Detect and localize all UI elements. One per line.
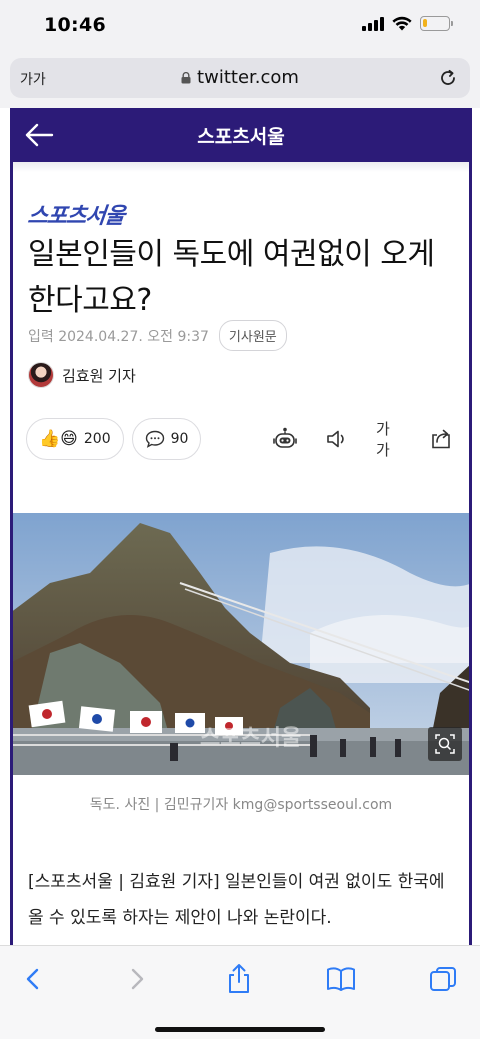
share-sheet-icon[interactable] <box>222 962 256 996</box>
tabs-icon[interactable] <box>426 962 460 996</box>
press-logo[interactable]: 스포츠서울 <box>26 198 126 230</box>
reaction-emoji-icon: 👍😄 <box>39 429 78 449</box>
comment-button[interactable]: 90 <box>131 418 202 460</box>
share-icon[interactable] <box>428 426 454 452</box>
status-time: 10:46 <box>44 14 106 36</box>
author-name: 김효원 기자 <box>62 366 136 385</box>
original-article-button[interactable]: 기사원문 <box>218 320 287 351</box>
site-title: 스포츠서울 <box>197 126 285 148</box>
comment-count: 90 <box>170 431 189 447</box>
forward-icon[interactable] <box>120 962 154 996</box>
status-icons <box>362 16 453 31</box>
cellular-signal-icon <box>362 16 384 31</box>
back-icon[interactable] <box>16 962 50 996</box>
browser-url-area: 가가 twitter.com <box>0 52 480 108</box>
wifi-icon <box>392 16 412 31</box>
battery-icon <box>420 16 453 31</box>
reaction-count: 200 <box>83 431 111 447</box>
url-display[interactable]: twitter.com <box>10 67 470 88</box>
address-bar[interactable]: 가가 twitter.com <box>10 58 470 98</box>
article-headline: 일본인들이 독도에 여권없이 오게 한다고요? <box>28 237 435 318</box>
author-avatar <box>28 362 54 388</box>
bookmarks-icon[interactable] <box>324 962 358 996</box>
dokdo-photo-image: 스포츠서울 <box>10 513 472 775</box>
article-body: [스포츠서울 | 김효원 기자] 일본인들이 여권 없이도 한국에 올 수 있도… <box>28 872 445 928</box>
zoom-icon <box>435 734 455 754</box>
reload-icon[interactable] <box>438 68 458 88</box>
lock-icon <box>181 72 191 84</box>
text-to-speech-icon[interactable] <box>324 426 350 452</box>
photo-watermark: 스포츠서울 <box>200 726 301 751</box>
header-shadow <box>10 162 472 172</box>
article-photo[interactable]: 스포츠서울 <box>10 513 472 775</box>
web-page: 스포츠서울 스포츠서울 일본인들이 독도에 여권없이 오게 한다고요? 입력 2… <box>10 108 472 945</box>
browser-toolbar <box>0 945 480 1039</box>
reaction-row: 👍😄 200 90 <box>26 418 202 460</box>
site-header: 스포츠서울 <box>10 108 472 162</box>
reaction-button[interactable]: 👍😄 200 <box>26 418 124 460</box>
author-row[interactable]: 김효원 기자 <box>28 362 136 388</box>
battery-level <box>423 19 427 27</box>
home-indicator <box>155 1027 325 1032</box>
comment-icon <box>145 430 164 448</box>
photo-zoom-button[interactable] <box>428 727 462 761</box>
summary-bot-icon[interactable] <box>272 426 298 452</box>
status-bar: 10:46 <box>0 0 480 52</box>
published-date: 입력 2024.04.27. 오전 9:37 <box>28 328 209 345</box>
article-tools: 가가 <box>272 420 454 459</box>
article-meta: 입력 2024.04.27. 오전 9:37 기사원문 <box>28 320 287 351</box>
photo-caption: 독도. 사진 | 김민규기자 kmg@sportsseoul.com <box>89 797 393 813</box>
url-text: twitter.com <box>197 67 299 88</box>
font-size-button[interactable]: 가가 <box>376 420 402 459</box>
